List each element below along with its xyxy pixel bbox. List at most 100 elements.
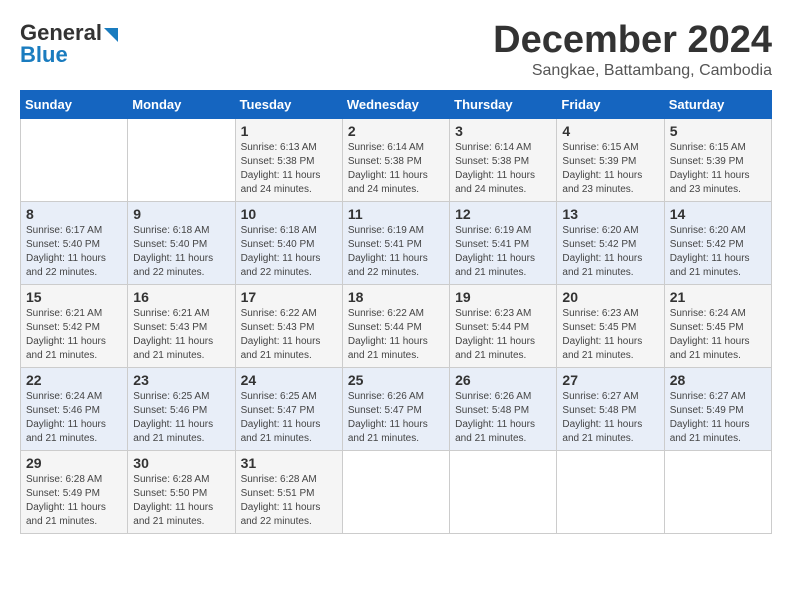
calendar-cell-w2-d0: 8Sunrise: 6:17 AMSunset: 5:40 PMDaylight… bbox=[21, 201, 128, 284]
calendar-cell-w2-d3: 11 Sunrise: 6:19 AMSunset: 5:41 PMDayligh… bbox=[342, 201, 449, 284]
calendar-cell-w2-d6: 14 Sunrise: 6:20 AMSunset: 5:42 PMDayligh… bbox=[664, 201, 771, 284]
day-info: Sunrise: 6:15 AMSunset: 5:39 PMDaylight:… bbox=[562, 141, 658, 197]
calendar-cell-w3-d6: 21 Sunrise: 6:24 AMSunset: 5:45 PMDayligh… bbox=[664, 284, 771, 367]
day-number: 1 bbox=[241, 123, 337, 139]
header-monday: Monday bbox=[128, 90, 235, 118]
day-info: Sunrise: 6:21 AMSunset: 5:43 PMDaylight:… bbox=[133, 307, 229, 363]
day-info: Sunrise: 6:21 AMSunset: 5:42 PMDaylight:… bbox=[26, 307, 122, 363]
day-number: 21 bbox=[670, 289, 766, 305]
week-row-3: 15 Sunrise: 6:21 AMSunset: 5:42 PMDayligh… bbox=[21, 284, 772, 367]
day-number: 22 bbox=[26, 372, 122, 388]
day-number: 26 bbox=[455, 372, 551, 388]
calendar-cell-w1-d6: 5 Sunrise: 6:15 AMSunset: 5:39 PMDaylight… bbox=[664, 118, 771, 201]
calendar-cell-w3-d4: 19 Sunrise: 6:23 AMSunset: 5:44 PMDayligh… bbox=[450, 284, 557, 367]
calendar-cell-w2-d1: 9Sunrise: 6:18 AMSunset: 5:40 PMDaylight… bbox=[128, 201, 235, 284]
day-info: Sunrise: 6:20 AMSunset: 5:42 PMDaylight:… bbox=[562, 224, 658, 280]
day-number: 12 bbox=[455, 206, 551, 222]
calendar-cell-w4-d3: 25 Sunrise: 6:26 AMSunset: 5:47 PMDayligh… bbox=[342, 367, 449, 450]
day-info: Sunrise: 6:18 AMSunset: 5:40 PMDaylight:… bbox=[133, 224, 229, 280]
day-number: 11 bbox=[348, 206, 444, 222]
calendar-cell-w2-d2: 10Sunrise: 6:18 AMSunset: 5:40 PMDayligh… bbox=[235, 201, 342, 284]
day-info: Sunrise: 6:14 AMSunset: 5:38 PMDaylight:… bbox=[455, 141, 551, 197]
day-info: Sunrise: 6:23 AMSunset: 5:44 PMDaylight:… bbox=[455, 307, 551, 363]
day-number: 23 bbox=[133, 372, 229, 388]
calendar-body: 1Sunrise: 6:13 AMSunset: 5:38 PMDaylight… bbox=[21, 118, 772, 533]
header-saturday: Saturday bbox=[664, 90, 771, 118]
day-number: 27 bbox=[562, 372, 658, 388]
calendar-cell-w1-d3: 2Sunrise: 6:14 AMSunset: 5:38 PMDaylight… bbox=[342, 118, 449, 201]
calendar-cell-w3-d0: 15 Sunrise: 6:21 AMSunset: 5:42 PMDayligh… bbox=[21, 284, 128, 367]
day-info: Sunrise: 6:24 AMSunset: 5:45 PMDaylight:… bbox=[670, 307, 766, 363]
logo: General Blue bbox=[20, 20, 118, 68]
day-number: 30 bbox=[133, 455, 229, 471]
day-number: 15 bbox=[26, 289, 122, 305]
month-title: December 2024 bbox=[493, 20, 772, 62]
day-number: 18 bbox=[348, 289, 444, 305]
day-info: Sunrise: 6:18 AMSunset: 5:40 PMDaylight:… bbox=[241, 224, 337, 280]
header-row: SundayMondayTuesdayWednesdayThursdayFrid… bbox=[21, 90, 772, 118]
day-number: 13 bbox=[562, 206, 658, 222]
calendar-cell-w4-d2: 24Sunrise: 6:25 AMSunset: 5:47 PMDayligh… bbox=[235, 367, 342, 450]
day-number: 16 bbox=[133, 289, 229, 305]
day-number: 17 bbox=[241, 289, 337, 305]
week-row-5: 29Sunrise: 6:28 AMSunset: 5:49 PMDayligh… bbox=[21, 450, 772, 533]
calendar-cell-w3-d5: 20 Sunrise: 6:23 AMSunset: 5:45 PMDayligh… bbox=[557, 284, 664, 367]
calendar-cell-w3-d2: 17 Sunrise: 6:22 AMSunset: 5:43 PMDayligh… bbox=[235, 284, 342, 367]
day-info: Sunrise: 6:24 AMSunset: 5:46 PMDaylight:… bbox=[26, 390, 122, 446]
header-thursday: Thursday bbox=[450, 90, 557, 118]
day-number: 19 bbox=[455, 289, 551, 305]
week-row-1: 1Sunrise: 6:13 AMSunset: 5:38 PMDaylight… bbox=[21, 118, 772, 201]
day-info: Sunrise: 6:28 AMSunset: 5:50 PMDaylight:… bbox=[133, 473, 229, 529]
day-info: Sunrise: 6:22 AMSunset: 5:43 PMDaylight:… bbox=[241, 307, 337, 363]
day-info: Sunrise: 6:19 AMSunset: 5:41 PMDaylight:… bbox=[455, 224, 551, 280]
location: Sangkae, Battambang, Cambodia bbox=[493, 62, 772, 80]
page-header: General Blue December 2024 Sangkae, Batt… bbox=[20, 20, 772, 80]
day-number: 28 bbox=[670, 372, 766, 388]
day-info: Sunrise: 6:19 AMSunset: 5:41 PMDaylight:… bbox=[348, 224, 444, 280]
day-number: 3 bbox=[455, 123, 551, 139]
day-number: 14 bbox=[670, 206, 766, 222]
day-info: Sunrise: 6:22 AMSunset: 5:44 PMDaylight:… bbox=[348, 307, 444, 363]
calendar-cell-w4-d1: 23 Sunrise: 6:25 AMSunset: 5:46 PMDayligh… bbox=[128, 367, 235, 450]
calendar-cell-w3-d1: 16 Sunrise: 6:21 AMSunset: 5:43 PMDayligh… bbox=[128, 284, 235, 367]
day-number: 8 bbox=[26, 206, 122, 222]
header-wednesday: Wednesday bbox=[342, 90, 449, 118]
header-tuesday: Tuesday bbox=[235, 90, 342, 118]
logo-arrow-icon bbox=[104, 28, 118, 42]
calendar-cell-w5-d6 bbox=[664, 450, 771, 533]
calendar-cell-w4-d5: 27 Sunrise: 6:27 AMSunset: 5:48 PMDayligh… bbox=[557, 367, 664, 450]
calendar-cell-w1-d0 bbox=[21, 118, 128, 201]
header-friday: Friday bbox=[557, 90, 664, 118]
day-info: Sunrise: 6:25 AMSunset: 5:46 PMDaylight:… bbox=[133, 390, 229, 446]
day-info: Sunrise: 6:27 AMSunset: 5:48 PMDaylight:… bbox=[562, 390, 658, 446]
calendar-cell-w4-d4: 26 Sunrise: 6:26 AMSunset: 5:48 PMDayligh… bbox=[450, 367, 557, 450]
calendar-cell-w5-d3 bbox=[342, 450, 449, 533]
calendar-table: SundayMondayTuesdayWednesdayThursdayFrid… bbox=[20, 90, 772, 534]
day-info: Sunrise: 6:27 AMSunset: 5:49 PMDaylight:… bbox=[670, 390, 766, 446]
day-number: 20 bbox=[562, 289, 658, 305]
calendar-cell-w5-d5 bbox=[557, 450, 664, 533]
calendar-cell-w5-d0: 29Sunrise: 6:28 AMSunset: 5:49 PMDayligh… bbox=[21, 450, 128, 533]
day-info: Sunrise: 6:26 AMSunset: 5:47 PMDaylight:… bbox=[348, 390, 444, 446]
calendar-cell-w2-d5: 13 Sunrise: 6:20 AMSunset: 5:42 PMDayligh… bbox=[557, 201, 664, 284]
calendar-cell-w5-d1: 30 Sunrise: 6:28 AMSunset: 5:50 PMDayligh… bbox=[128, 450, 235, 533]
day-info: Sunrise: 6:14 AMSunset: 5:38 PMDaylight:… bbox=[348, 141, 444, 197]
calendar-cell-w4-d6: 28 Sunrise: 6:27 AMSunset: 5:49 PMDayligh… bbox=[664, 367, 771, 450]
header-sunday: Sunday bbox=[21, 90, 128, 118]
day-info: Sunrise: 6:20 AMSunset: 5:42 PMDaylight:… bbox=[670, 224, 766, 280]
calendar-cell-w1-d5: 4Sunrise: 6:15 AMSunset: 5:39 PMDaylight… bbox=[557, 118, 664, 201]
calendar-cell-w1-d4: 3 Sunrise: 6:14 AMSunset: 5:38 PMDaylight… bbox=[450, 118, 557, 201]
day-number: 25 bbox=[348, 372, 444, 388]
calendar-header: SundayMondayTuesdayWednesdayThursdayFrid… bbox=[21, 90, 772, 118]
day-number: 5 bbox=[670, 123, 766, 139]
day-info: Sunrise: 6:25 AMSunset: 5:47 PMDaylight:… bbox=[241, 390, 337, 446]
day-number: 29 bbox=[26, 455, 122, 471]
calendar-cell-w1-d2: 1Sunrise: 6:13 AMSunset: 5:38 PMDaylight… bbox=[235, 118, 342, 201]
calendar-cell-w2-d4: 12 Sunrise: 6:19 AMSunset: 5:41 PMDayligh… bbox=[450, 201, 557, 284]
day-info: Sunrise: 6:23 AMSunset: 5:45 PMDaylight:… bbox=[562, 307, 658, 363]
day-number: 31 bbox=[241, 455, 337, 471]
calendar-cell-w3-d3: 18 Sunrise: 6:22 AMSunset: 5:44 PMDayligh… bbox=[342, 284, 449, 367]
day-info: Sunrise: 6:26 AMSunset: 5:48 PMDaylight:… bbox=[455, 390, 551, 446]
week-row-2: 8Sunrise: 6:17 AMSunset: 5:40 PMDaylight… bbox=[21, 201, 772, 284]
day-info: Sunrise: 6:15 AMSunset: 5:39 PMDaylight:… bbox=[670, 141, 766, 197]
